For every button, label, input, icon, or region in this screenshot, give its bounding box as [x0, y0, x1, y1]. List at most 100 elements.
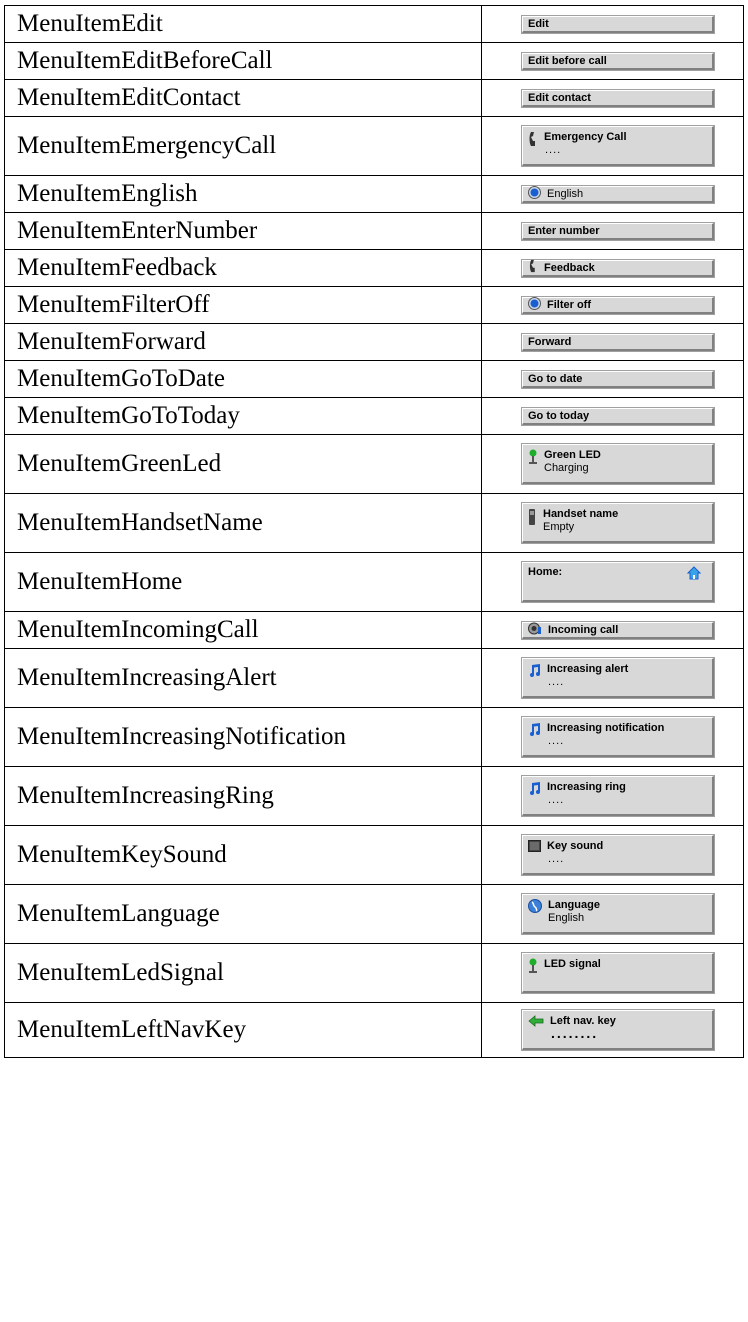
radio-button-icon: [528, 185, 541, 202]
menu-widget-green-led[interactable]: Green LED Charging: [522, 444, 714, 484]
house-icon: [686, 566, 702, 583]
widget-label: Edit before call: [528, 54, 607, 67]
item-name: MenuItemLanguage: [4, 884, 482, 944]
table-row: MenuItemLanguage Language English: [4, 884, 744, 944]
widget-label: Edit: [528, 17, 549, 30]
table-row: MenuItemKeySound Key sound ....: [4, 825, 744, 885]
widget-label: Increasing alert: [547, 663, 629, 675]
menu-widget-left-nav-key[interactable]: Left nav. key ........: [522, 1010, 714, 1050]
menu-widget-enter-number[interactable]: Enter number: [522, 222, 714, 240]
item-name: MenuItemEnglish: [4, 175, 482, 213]
menu-widget-home[interactable]: Home:: [522, 562, 714, 602]
table-row: MenuItemEdit Edit: [4, 5, 744, 43]
item-name: MenuItemIncreasingRing: [4, 766, 482, 826]
menu-widget-increasing-alert[interactable]: Increasing alert ....: [522, 658, 714, 698]
item-name: MenuItemEnterNumber: [4, 212, 482, 250]
table-row: MenuItemIncreasingAlert Increasing alert…: [4, 648, 744, 708]
widget-label: Emergency Call: [544, 131, 627, 143]
menu-widget-edit-before-call[interactable]: Edit before call: [522, 52, 714, 70]
table-row: MenuItemGoToDate Go to date: [4, 360, 744, 398]
widget-label: Go to today: [528, 409, 590, 422]
left-arrow-icon: [528, 1015, 544, 1030]
menu-widget-forward[interactable]: Forward: [522, 333, 714, 351]
phone-handset-icon: [528, 259, 538, 276]
table-row: MenuItemGreenLed Green LED Charging: [4, 434, 744, 494]
item-name: MenuItemForward: [4, 323, 482, 361]
item-name: MenuItemIncomingCall: [4, 611, 482, 649]
widget-sub: ........: [551, 1025, 599, 1041]
widget-label: English: [547, 187, 584, 200]
menu-widget-language[interactable]: Language English: [522, 894, 714, 934]
menu-widget-increasing-notification[interactable]: Increasing notification ....: [522, 717, 714, 757]
widget-sub: ....: [548, 853, 565, 865]
menu-widget-incoming-call[interactable]: Incoming call: [522, 621, 714, 639]
handset-icon: [528, 508, 537, 529]
item-name: MenuItemFilterOff: [4, 286, 482, 324]
widget-label: Filter off: [547, 298, 591, 311]
table-row: MenuItemHome Home:: [4, 552, 744, 612]
green-led-icon: [528, 449, 538, 468]
menu-widget-led-signal[interactable]: LED signal: [522, 953, 714, 993]
item-name: MenuItemHome: [4, 552, 482, 612]
table-row: MenuItemIncomingCall Incoming call: [4, 611, 744, 649]
widget-label: Go to date: [528, 372, 583, 385]
widget-label: Edit contact: [528, 91, 591, 104]
widget-label: Forward: [528, 335, 572, 348]
widget-label: Incoming call: [548, 623, 619, 636]
widget-label: Key sound: [547, 840, 604, 852]
music-note-icon: [528, 663, 541, 681]
menu-widget-key-sound[interactable]: Key sound ....: [522, 835, 714, 875]
menu-widget-handset-name[interactable]: Handset name Empty: [522, 503, 714, 543]
widget-sub: Empty: [543, 521, 575, 533]
music-note-icon: [528, 781, 541, 799]
table-row: MenuItemFeedback Feedback: [4, 249, 744, 287]
table-row: MenuItemGoToToday Go to today: [4, 397, 744, 435]
widget-label: Enter number: [528, 224, 600, 237]
table-row: MenuItemEmergencyCall Emergency Call ...…: [4, 116, 744, 176]
menu-widget-feedback[interactable]: Feedback: [522, 259, 714, 277]
widget-sub: ....: [548, 676, 565, 688]
widget-label: LED signal: [544, 958, 601, 970]
table-row: MenuItemFilterOff Filter off: [4, 286, 744, 324]
table-row: MenuItemLedSignal LED signal: [4, 943, 744, 1003]
table-row: MenuItemForward Forward: [4, 323, 744, 361]
menu-widget-filter-off[interactable]: Filter off: [522, 296, 714, 314]
widget-label: Increasing notification: [547, 722, 665, 734]
item-name: MenuItemEditContact: [4, 79, 482, 117]
item-name: MenuItemIncreasingNotification: [4, 707, 482, 767]
menu-widget-go-to-date[interactable]: Go to date: [522, 370, 714, 388]
widget-sub: ....: [545, 144, 562, 156]
menu-widget-increasing-ring[interactable]: Increasing ring ....: [522, 776, 714, 816]
item-name: MenuItemLedSignal: [4, 943, 482, 1003]
incoming-call-icon: [528, 622, 542, 638]
item-name: MenuItemHandsetName: [4, 493, 482, 553]
keypad-icon: [528, 840, 541, 855]
table-row: MenuItemEnglish English: [4, 175, 744, 213]
menu-widget-go-to-today[interactable]: Go to today: [522, 407, 714, 425]
item-name: MenuItemLeftNavKey: [4, 1002, 482, 1058]
menu-widget-edit-contact[interactable]: Edit contact: [522, 89, 714, 107]
widget-sub: English: [548, 912, 585, 924]
radio-button-icon: [528, 296, 541, 313]
menu-widget-edit[interactable]: Edit: [522, 15, 714, 33]
widget-sub: Charging: [544, 462, 589, 474]
table-row: MenuItemHandsetName Handset name Empty: [4, 493, 744, 553]
menu-item-table: MenuItemEdit Edit MenuItemEditBeforeCall…: [4, 5, 744, 1058]
widget-label: Increasing ring: [547, 781, 626, 793]
table-row: MenuItemEditContact Edit contact: [4, 79, 744, 117]
widget-label: Green LED: [544, 449, 601, 461]
widget-label: Home:: [528, 566, 563, 578]
music-note-icon: [528, 722, 541, 740]
table-row: MenuItemEnterNumber Enter number: [4, 212, 744, 250]
item-name: MenuItemIncreasingAlert: [4, 648, 482, 708]
widget-sub: ....: [548, 735, 565, 747]
table-row: MenuItemIncreasingNotification Increasin…: [4, 707, 744, 767]
table-row: MenuItemIncreasingRing Increasing ring .…: [4, 766, 744, 826]
menu-widget-emergency-call[interactable]: Emergency Call ....: [522, 126, 714, 166]
item-name: MenuItemGoToToday: [4, 397, 482, 435]
globe-icon: [528, 899, 542, 916]
item-name: MenuItemEdit: [4, 5, 482, 43]
widget-label: Handset name: [543, 508, 619, 520]
menu-widget-english[interactable]: English: [522, 185, 714, 203]
item-name: MenuItemEditBeforeCall: [4, 42, 482, 80]
